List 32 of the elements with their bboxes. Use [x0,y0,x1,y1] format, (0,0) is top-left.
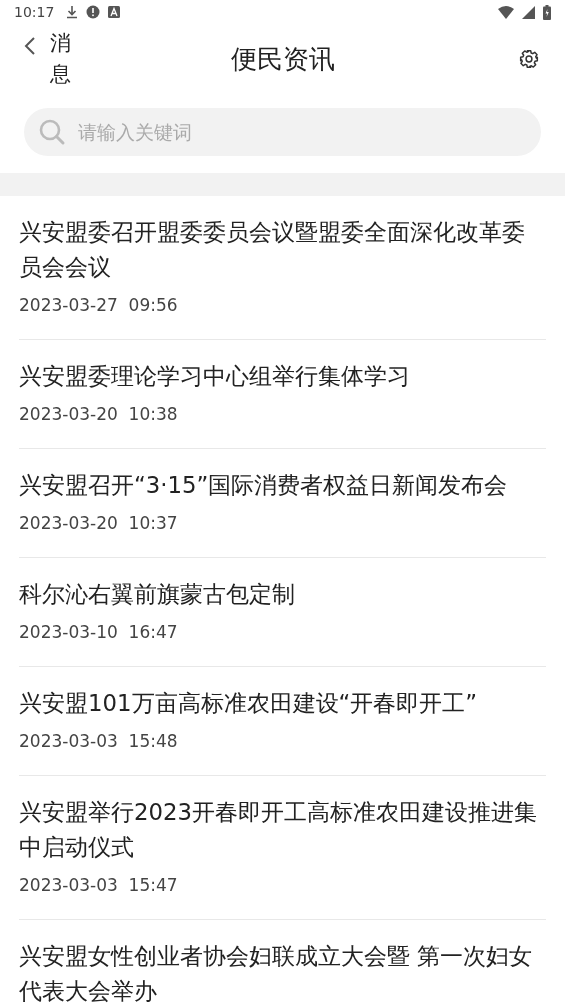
signal-icon [522,5,535,19]
page-title: 便民资讯 [230,42,335,76]
download-icon [66,5,79,19]
news-time: 2023-03-03 15:47 [19,874,179,897]
news-item[interactable]: 科尔沁右翼前旗蒙古包定制 2023-03-10 16:47 [19,558,546,667]
news-item[interactable]: 兴安盟女性创业者协会妇联成立大会暨 第一次妇女代表大会举办 [19,920,546,1004]
news-time: 2023-03-10 16:47 [19,621,179,644]
news-item[interactable]: 兴安盟委召开盟委委员会议暨盟委全面深化改革委员会会议 2023-03-27 09:56 [19,196,546,340]
status-time: 10:17 [14,4,55,20]
news-item[interactable]: 兴安盟101万亩高标准农田建设“开春即开工” 2023-03-03 15:48 [19,667,546,776]
wifi-icon [498,5,514,19]
news-title: 兴安盟女性创业者协会妇联成立大会暨 第一次妇女代表大会举办 [19,942,534,1004]
search-field[interactable]: 请输入关键词 [24,108,541,156]
news-time: 2023-03-27 09:56 [19,294,179,317]
news-title: 科尔沁右翼前旗蒙古包定制 [19,580,296,609]
alert-icon [86,5,101,19]
news-item[interactable]: 兴安盟召开“3·15”国际消费者权益日新闻发布会 2023-03-20 10:37 [19,449,546,558]
letter-square-icon [108,6,121,18]
settings-icon [519,49,539,69]
back-icon [24,35,36,56]
news-time: 2023-03-20 10:38 [19,403,179,426]
news-item[interactable]: 兴安盟举行2023开春即开工高标准农田建设推进集中启动仪式 2023-03-03 15:47 [19,776,546,920]
battery-icon [543,4,551,20]
news-title: 兴安盟委召开盟委委员会议暨盟委全面深化改革委员会会议 [19,218,526,282]
news-title: 兴安盟召开“3·15”国际消费者权益日新闻发布会 [19,471,509,500]
news-time: 2023-03-03 15:48 [19,730,179,753]
news-title: 兴安盟101万亩高标准农田建设“开春即开工” [19,689,479,718]
news-item[interactable]: 兴安盟委理论学习中心组举行集体学习 2023-03-20 10:38 [19,340,546,449]
news-time: 2023-03-20 10:37 [19,512,179,535]
news-title: 兴安盟举行2023开春即开工高标准农田建设推进集中启动仪式 [19,798,539,862]
back-button[interactable]: 消息 [24,27,71,91]
news-title: 兴安盟委理论学习中心组举行集体学习 [19,362,411,391]
